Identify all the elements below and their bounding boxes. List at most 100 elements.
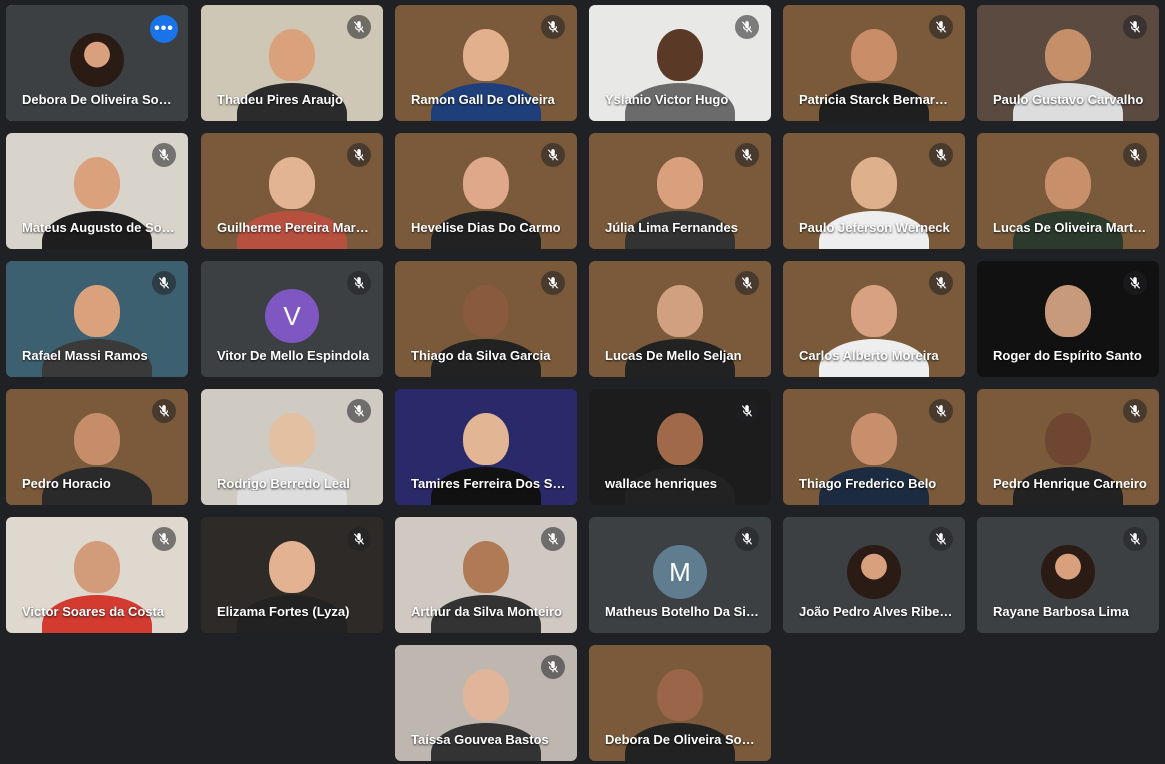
mic-off-icon [1123,15,1147,39]
participant-tile[interactable]: Tamires Ferreira Dos Santos [395,389,577,505]
mic-off-icon [735,527,759,551]
participant-tile[interactable]: Yslanio Victor Hugo [589,5,771,121]
participant-name: Lucas De Oliveira Martins [993,220,1149,235]
person-head [269,29,315,81]
participant-name: Pedro Horacio [22,476,111,491]
mic-off-icon [1123,143,1147,167]
mic-off-icon [1123,399,1147,423]
mic-off-icon [541,655,565,679]
participant-tile[interactable]: Pedro Horacio [6,389,188,505]
participant-tile[interactable]: Mateus Augusto de Souza [6,133,188,249]
participant-tile[interactable]: Júlia Lima Fernandes [589,133,771,249]
participant-name: Thadeu Pires Araujo [217,92,343,107]
participant-tile[interactable]: Hevelise Dias Do Carmo [395,133,577,249]
participant-tile[interactable]: Rayane Barbosa Lima [977,517,1159,633]
participant-tile[interactable]: Paulo Jeferson Werneck [783,133,965,249]
participant-tile[interactable]: João Pedro Alves Ribeiro [783,517,965,633]
participant-tile[interactable]: Taíssa Gouvea Bastos [395,645,577,761]
participant-name: Rayane Barbosa Lima [993,604,1129,619]
person-head [74,541,120,593]
participant-name: Carlos Alberto Moreira [799,348,939,363]
mic-off-icon [735,399,759,423]
participant-tile[interactable]: Thiago Frederico Belo [783,389,965,505]
participant-name: Pedro Henrique Carneiro [993,476,1147,491]
participant-name: Tamires Ferreira Dos Santos [411,476,567,491]
person-head [1045,413,1091,465]
mic-off-icon [929,399,953,423]
participant-tile[interactable]: Lucas De Mello Seljan [589,261,771,377]
person-head [463,669,509,721]
person-head [463,541,509,593]
participant-name: Debora De Oliveira Soares [22,92,178,107]
person-head [851,285,897,337]
mic-off-icon [735,143,759,167]
participant-name: Paulo Jeferson Werneck [799,220,950,235]
participant-tile[interactable]: Arthur da Silva Monteiro [395,517,577,633]
participant-tile[interactable]: Ramon Gall De Oliveira [395,5,577,121]
participant-tile[interactable]: Roger do Espírito Santo [977,261,1159,377]
participant-name: Hevelise Dias Do Carmo [411,220,561,235]
participant-name: Rodrigo Berredo Leal [217,476,350,491]
participant-tile[interactable]: Rafael Massi Ramos [6,261,188,377]
mic-off-icon [929,143,953,167]
more-options-button[interactable]: ••• [150,15,178,43]
person-head [463,413,509,465]
participant-tile[interactable]: Paulo Gustavo Carvalho [977,5,1159,121]
avatar [1041,545,1095,599]
participant-name: wallace henriques [605,476,717,491]
participant-tile[interactable]: Guilherme Pereira Martins [201,133,383,249]
person-head [1045,285,1091,337]
person-head [657,29,703,81]
mic-off-icon [347,143,371,167]
person-head [269,413,315,465]
mic-off-icon [929,527,953,551]
participant-tile[interactable]: Victor Soares da Costa [6,517,188,633]
participant-name: Roger do Espírito Santo [993,348,1142,363]
mic-off-icon [541,143,565,167]
participant-name: Vitor De Mello Espindola [217,348,370,363]
participant-name: Júlia Lima Fernandes [605,220,738,235]
mic-off-icon [541,271,565,295]
participant-tile[interactable]: Rodrigo Berredo Leal [201,389,383,505]
person-head [851,29,897,81]
participant-name: Patricia Starck Bernardes [799,92,955,107]
mic-off-icon [541,527,565,551]
person-head [657,669,703,721]
mic-off-icon [929,271,953,295]
participant-name: Yslanio Victor Hugo [605,92,729,107]
person-head [657,157,703,209]
person-head [74,157,120,209]
avatar [70,33,124,87]
person-head [463,157,509,209]
participant-tile[interactable]: Debora De Oliveira Soares [589,645,771,761]
participant-name: Arthur da Silva Monteiro [411,604,562,619]
participant-tile[interactable]: Pedro Henrique Carneiro [977,389,1159,505]
person-head [74,285,120,337]
mic-off-icon [347,399,371,423]
avatar-letter: M [653,545,707,599]
participant-tile[interactable]: Carlos Alberto Moreira [783,261,965,377]
mic-off-icon [347,15,371,39]
person-head [463,285,509,337]
mic-off-icon [152,271,176,295]
participant-name: Victor Soares da Costa [22,604,165,619]
mic-off-icon [152,527,176,551]
mic-off-icon [1123,527,1147,551]
participant-tile[interactable]: ••• Debora De Oliveira Soares [6,5,188,121]
participant-tile[interactable]: wallace henriques [589,389,771,505]
participant-name: Lucas De Mello Seljan [605,348,742,363]
participant-tile[interactable]: Patricia Starck Bernardes [783,5,965,121]
mic-off-icon [152,143,176,167]
participant-name: Mateus Augusto de Souza [22,220,178,235]
mic-off-icon [541,15,565,39]
participant-tile[interactable]: V Vitor De Mello Espindola [201,261,383,377]
participant-tile[interactable]: Lucas De Oliveira Martins [977,133,1159,249]
participant-tile[interactable]: M Matheus Botelho Da Silva [589,517,771,633]
person-head [74,413,120,465]
participant-name: Ramon Gall De Oliveira [411,92,555,107]
participant-tile[interactable]: Thadeu Pires Araujo [201,5,383,121]
participant-tile[interactable]: Thiago da Silva Garcia [395,261,577,377]
participant-name: Debora De Oliveira Soares [605,732,761,747]
participant-tile[interactable]: Elizama Fortes (Lyza) [201,517,383,633]
person-head [463,29,509,81]
